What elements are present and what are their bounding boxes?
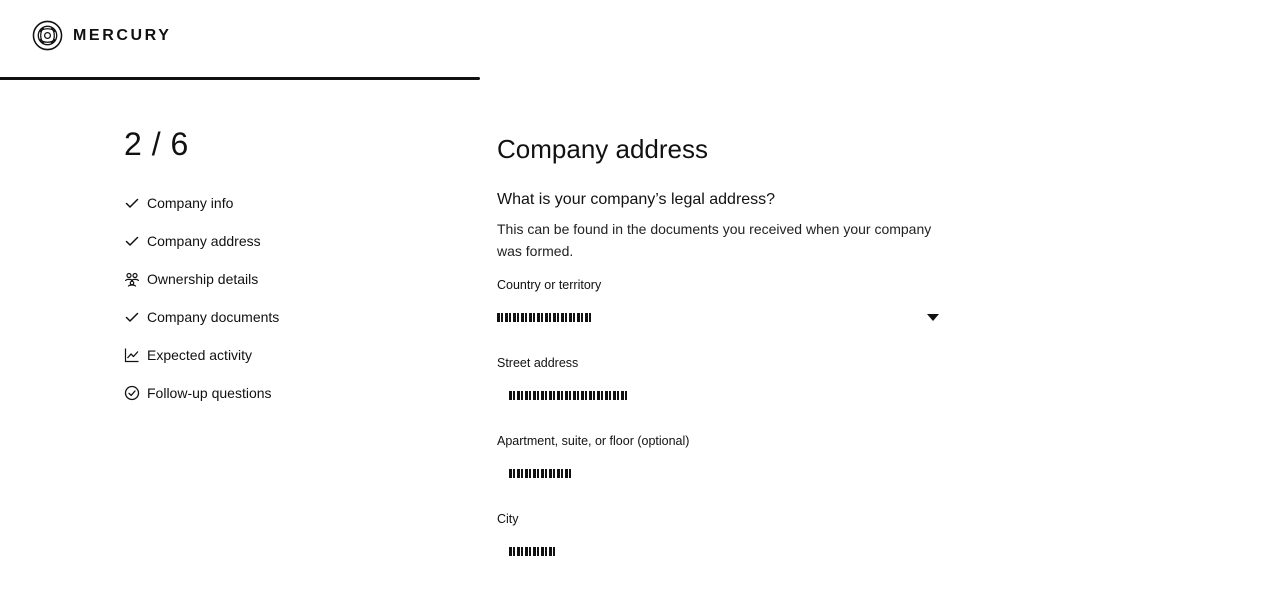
street-label: Street address	[497, 356, 579, 370]
form-hint: This can be found in the documents you r…	[497, 221, 932, 259]
address-form: Company address What is your company’s l…	[497, 130, 957, 574]
step-company-address[interactable]: Company address	[124, 222, 424, 260]
city-input[interactable]	[497, 528, 959, 574]
street-value	[509, 388, 627, 402]
step-label: Expected activity	[147, 347, 253, 363]
country-select[interactable]	[497, 294, 947, 340]
city-value	[509, 544, 557, 558]
brand-name: MERCURY	[73, 27, 172, 44]
country-label: Country or territory	[497, 278, 602, 292]
redacted-text	[509, 547, 557, 556]
step-company-documents[interactable]: Company documents	[124, 298, 424, 336]
onboarding-page: MERCURY 2 / 6 Company info Company addre…	[0, 0, 1280, 609]
circle-check-icon	[124, 385, 140, 401]
step-label: Company info	[147, 195, 234, 211]
step-label: Company documents	[147, 309, 280, 325]
step-expected-activity[interactable]: Expected activity	[124, 336, 424, 374]
progress-bar	[0, 77, 1280, 80]
apartment-field: Apartment, suite, or floor (optional)	[497, 432, 957, 496]
step-list: Company info Company address Ownership d…	[124, 184, 424, 412]
line-chart-icon	[124, 347, 140, 363]
step-company-info[interactable]: Company info	[124, 184, 424, 222]
apartment-label: Apartment, suite, or floor (optional)	[497, 434, 690, 448]
caret-down-icon	[927, 314, 939, 321]
apartment-input[interactable]	[497, 450, 959, 496]
step-ownership-details[interactable]: Ownership details	[124, 260, 424, 298]
page-title: Company address	[497, 134, 708, 164]
people-icon	[124, 271, 140, 287]
progress-bar-fill	[0, 77, 480, 80]
redacted-text	[497, 313, 592, 322]
brand-logo[interactable]: MERCURY	[32, 20, 172, 51]
country-value	[497, 310, 592, 324]
check-icon	[124, 309, 140, 325]
form-question: What is your company’s legal address?	[497, 191, 776, 208]
mercury-logo-icon	[32, 20, 63, 51]
street-field: Street address	[497, 354, 957, 418]
redacted-text	[509, 391, 627, 400]
steps-panel: 2 / 6 Company info Company address Owner…	[124, 124, 424, 412]
step-follow-up-questions[interactable]: Follow-up questions	[124, 374, 424, 412]
city-field: City	[497, 510, 957, 574]
street-input[interactable]	[497, 372, 959, 418]
check-icon	[124, 233, 140, 249]
redacted-text	[509, 469, 573, 478]
step-label: Ownership details	[147, 271, 259, 287]
check-icon	[124, 195, 140, 211]
header: MERCURY	[0, 0, 1280, 70]
apartment-value	[509, 466, 573, 480]
step-label: Company address	[147, 233, 261, 249]
city-label: City	[497, 512, 519, 526]
step-counter: 2 / 6	[124, 126, 189, 162]
step-label: Follow-up questions	[147, 385, 272, 401]
country-field: Country or territory	[497, 276, 957, 340]
